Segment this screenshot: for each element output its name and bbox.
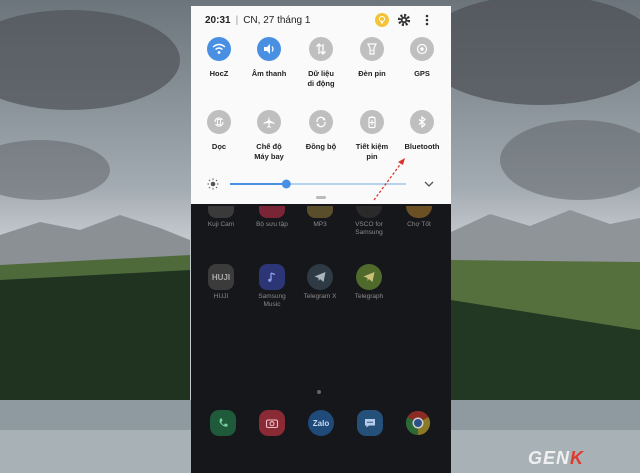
annotation-arrow — [373, 158, 405, 201]
genk-watermark: GENK — [528, 448, 584, 469]
watermark-text: GEN — [528, 448, 571, 468]
watermark-accent: K — [570, 448, 585, 468]
